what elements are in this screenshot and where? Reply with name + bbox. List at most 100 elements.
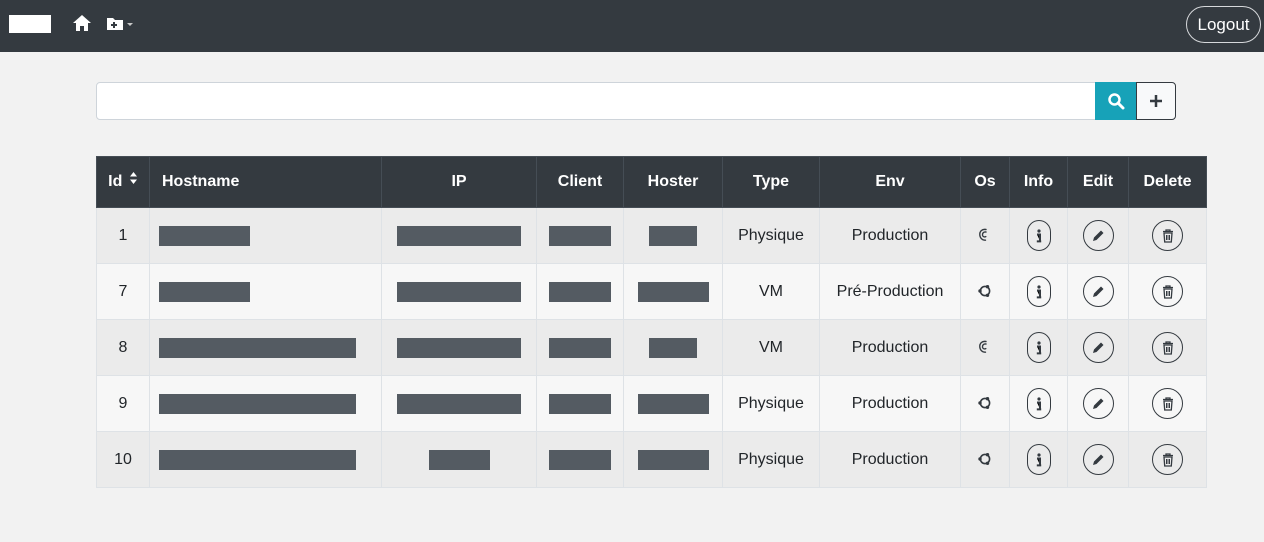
delete-button[interactable] — [1152, 388, 1183, 419]
type-cell: VM — [722, 263, 820, 320]
add-button[interactable] — [1136, 82, 1176, 120]
ip-cell — [381, 263, 537, 320]
redacted-text — [397, 337, 521, 358]
home-icon[interactable] — [72, 14, 94, 34]
info-cell — [1009, 319, 1068, 376]
logout-button[interactable]: Logout — [1186, 6, 1261, 43]
os-cell — [960, 431, 1010, 488]
hostname-cell — [149, 319, 382, 376]
env-column-header: Env — [819, 156, 961, 208]
trash-icon — [1162, 228, 1173, 243]
os-column-header: Os — [960, 156, 1010, 208]
sort-icon[interactable] — [129, 171, 138, 190]
env-cell: Production — [819, 375, 961, 432]
redacted-text — [549, 337, 611, 358]
edit-cell — [1067, 263, 1129, 320]
ip-cell — [381, 431, 537, 488]
table-row: 1 Physique Production — [96, 207, 1207, 264]
hoster-cell — [623, 207, 723, 264]
edit-button[interactable] — [1082, 276, 1114, 307]
search-input[interactable] — [96, 82, 1096, 120]
type-column-header: Type — [722, 156, 820, 208]
delete-button[interactable] — [1152, 220, 1183, 251]
pencil-icon — [1093, 230, 1104, 241]
delete-column-header: Delete — [1128, 156, 1207, 208]
info-button[interactable] — [1026, 332, 1051, 363]
client-cell — [536, 207, 624, 264]
redacted-text — [397, 225, 521, 246]
edit-cell — [1067, 375, 1129, 432]
type-cell: Physique — [722, 431, 820, 488]
os-cell — [960, 263, 1010, 320]
client-column-header: Client — [536, 156, 624, 208]
edit-button[interactable] — [1082, 220, 1114, 251]
id-column-header[interactable]: Id — [96, 156, 150, 208]
redacted-text — [428, 449, 490, 470]
type-cell: Physique — [722, 375, 820, 432]
pencil-icon — [1093, 398, 1104, 409]
debian-icon — [977, 227, 993, 243]
ubuntu-icon — [977, 283, 993, 299]
trash-icon — [1162, 452, 1173, 467]
edit-cell — [1067, 319, 1129, 376]
info-button[interactable] — [1026, 276, 1051, 307]
os-cell — [960, 375, 1010, 432]
info-icon — [1036, 452, 1041, 466]
delete-cell — [1128, 431, 1207, 488]
info-icon — [1036, 228, 1041, 242]
info-button[interactable] — [1026, 220, 1051, 251]
ubuntu-icon — [977, 451, 993, 467]
os-cell — [960, 207, 1010, 264]
edit-cell — [1067, 207, 1129, 264]
info-icon — [1036, 340, 1041, 354]
hoster-cell — [623, 375, 723, 432]
hoster-column-header: Hoster — [623, 156, 723, 208]
env-cell: Production — [819, 207, 961, 264]
hostname-column-header: Hostname — [149, 156, 382, 208]
hostname-cell — [149, 263, 382, 320]
search-button[interactable] — [1095, 82, 1137, 120]
add-server-dropdown[interactable] — [106, 15, 138, 33]
redacted-text — [549, 449, 611, 470]
row-id: 7 — [96, 263, 150, 320]
client-cell — [536, 375, 624, 432]
table-row: 9 Physique Production — [96, 375, 1207, 432]
redacted-text — [637, 393, 709, 414]
trash-icon — [1162, 284, 1173, 299]
delete-button[interactable] — [1152, 332, 1183, 363]
hostname-cell — [149, 207, 382, 264]
info-button[interactable] — [1026, 388, 1051, 419]
top-navbar: Logout — [0, 0, 1264, 52]
brand-logo[interactable] — [9, 15, 51, 33]
client-cell — [536, 263, 624, 320]
client-cell — [536, 319, 624, 376]
hostname-cell — [149, 431, 382, 488]
info-cell — [1009, 263, 1068, 320]
delete-cell — [1128, 207, 1207, 264]
edit-button[interactable] — [1082, 332, 1114, 363]
delete-button[interactable] — [1152, 444, 1183, 475]
edit-button[interactable] — [1082, 388, 1114, 419]
redacted-text — [637, 449, 709, 470]
ip-cell — [381, 207, 537, 264]
delete-button[interactable] — [1152, 276, 1183, 307]
type-cell: Physique — [722, 207, 820, 264]
redacted-text — [649, 337, 697, 358]
redacted-text — [549, 281, 611, 302]
redacted-text — [397, 393, 521, 414]
edit-button[interactable] — [1082, 444, 1114, 475]
ubuntu-icon — [977, 395, 993, 411]
ip-cell — [381, 375, 537, 432]
info-button[interactable] — [1026, 444, 1051, 475]
redacted-text — [159, 225, 250, 246]
edit-column-header: Edit — [1067, 156, 1129, 208]
edit-cell — [1067, 431, 1129, 488]
redacted-text — [397, 281, 521, 302]
redacted-text — [159, 281, 250, 302]
servers-table: Id Hostname IP Client Hoster Type Env Os… — [96, 156, 1207, 488]
env-cell: Pré-Production — [819, 263, 961, 320]
env-cell: Production — [819, 319, 961, 376]
row-id: 10 — [96, 431, 150, 488]
hoster-cell — [623, 431, 723, 488]
pencil-icon — [1093, 454, 1104, 465]
